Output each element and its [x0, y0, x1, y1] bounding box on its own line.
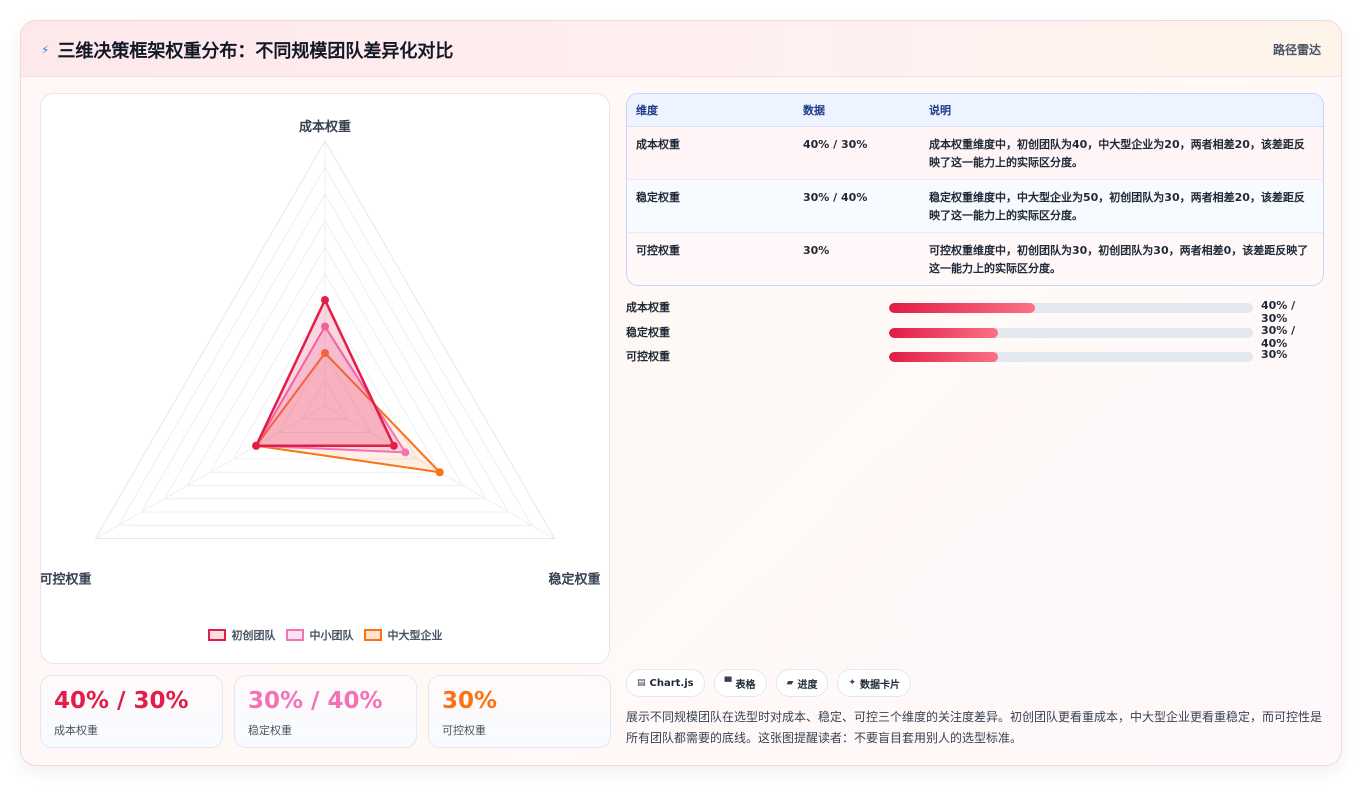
- tag-progress[interactable]: ▰ 进度: [775, 669, 829, 697]
- stat-card-stability: 30% / 40% 稳定权重: [234, 675, 417, 748]
- page-title: 三维决策框架权重分布：不同规模团队差异化对比: [57, 41, 454, 62]
- progress-label: 可控权重: [626, 350, 670, 363]
- stat-card-control: 30% 可控权重: [428, 675, 611, 748]
- progress-value: 30%: [1261, 348, 1288, 361]
- sparkle-icon: ✦: [848, 678, 857, 688]
- stat-label-control: 可控权重: [442, 724, 486, 737]
- tag-label: 进度: [797, 679, 818, 691]
- radar-point-startup: [321, 296, 329, 304]
- table-cell-description: 可控权重维度中，初创团队为30，初创团队为30，两者相差0，该差距反映了这一能力…: [920, 232, 1323, 285]
- table-row: 可控权重 30% 可控权重维度中，初创团队为30，初创团队为30，两者相差0，该…: [627, 232, 1323, 285]
- legend-swatch-sme: [285, 629, 304, 641]
- chart-icon: ▤: [637, 678, 646, 688]
- tag-label: 表格: [735, 679, 756, 691]
- radar-point-startup: [389, 441, 398, 450]
- table-icon: ▀: [724, 678, 732, 688]
- table-header-data: 数据: [794, 94, 920, 127]
- tag-chartjs[interactable]: ▤ Chart.js: [626, 669, 705, 697]
- table-cell-description: 稳定权重维度中，中大型企业为50，初创团队为30，两者相差20，该差距反映了这一…: [920, 179, 1323, 233]
- progress-row-control: 可控权重 30%: [626, 346, 1324, 371]
- table-header-dimension: 维度: [627, 94, 794, 127]
- progress-fill: [889, 352, 999, 362]
- tag-label: Chart.js: [649, 677, 694, 689]
- radar-series-startup: [254, 298, 396, 447]
- data-table-panel: 维度 数据 说明 成本权重 40% / 30% 成本权重维度中，初创团队为40，…: [626, 93, 1324, 286]
- legend-label-startup: 初创团队: [231, 629, 276, 642]
- table-header-row: 维度 数据 说明: [627, 94, 1323, 127]
- progress-row-cost: 成本权重 40% / 30%: [626, 297, 1324, 325]
- radar-chart-panel: 成本权重稳定权重 可控权重 初创团队 中小团队 中大型企业: [40, 93, 610, 664]
- progress-track: [889, 352, 1253, 362]
- bolt-icon: ⚡︎: [41, 43, 50, 57]
- table-cell-data: 40% / 30%: [794, 126, 920, 180]
- stat-label-stability: 稳定权重: [248, 724, 292, 737]
- progress-row-stability: 稳定权重 30% / 40%: [626, 322, 1324, 350]
- radar-chart: 成本权重稳定权重 可控权重: [41, 119, 601, 588]
- table-header-description: 说明: [920, 94, 1323, 127]
- progress-label: 稳定权重: [626, 325, 670, 339]
- chart-legend: 初创团队 中小团队 中大型企业: [41, 627, 609, 643]
- progress-fill: [889, 303, 1035, 313]
- progress-track: [889, 327, 1253, 338]
- stat-card-cost: 40% / 30% 成本权重: [40, 675, 223, 748]
- radar-axis-label: 可控权重: [41, 572, 92, 588]
- data-table: 维度 数据 说明 成本权重 40% / 30% 成本权重维度中，初创团队为40，…: [627, 94, 1323, 285]
- table-cell-dimension: 可控权重: [627, 232, 794, 285]
- title-wrap: ⚡︎ 三维决策框架权重分布：不同规模团队差异化对比: [41, 37, 453, 63]
- progress-track: [889, 303, 1253, 313]
- table-cell-data: 30% / 40%: [794, 179, 920, 233]
- table-cell-dimension: 成本权重: [627, 126, 794, 180]
- legend-item-enterprise[interactable]: 中大型企业: [363, 627, 443, 643]
- tag-label: 数据卡片: [860, 679, 901, 691]
- stat-value-stability: 30% / 40%: [248, 688, 383, 714]
- route-radar-link[interactable]: 路径雷达: [1273, 41, 1321, 58]
- legend-label-sme: 中小团队: [309, 629, 354, 642]
- legend-item-sme[interactable]: 中小团队: [285, 627, 354, 643]
- tag-table[interactable]: ▀ 表格: [713, 669, 767, 697]
- radar-point-startup: [252, 441, 261, 450]
- legend-swatch-enterprise: [363, 629, 382, 641]
- radar-point-enterprise: [435, 468, 444, 477]
- stat-value-control: 30%: [442, 688, 498, 714]
- table-cell-data: 30%: [794, 232, 920, 285]
- stat-value-cost: 40% / 30%: [54, 688, 189, 714]
- header: ⚡︎ 三维决策框架权重分布：不同规模团队差异化对比 路径雷达: [21, 21, 1341, 77]
- table-cell-description: 成本权重维度中，初创团队为40，中大型企业为20，两者相差20，该差距反映了这一…: [920, 126, 1323, 180]
- main-card: ⚡︎ 三维决策框架权重分布：不同规模团队差异化对比 路径雷达 成本权重 稳定权重可…: [20, 20, 1342, 766]
- legend-item-startup[interactable]: 初创团队: [207, 627, 276, 643]
- chart-description: 展示不同规模团队在选型时对成本、稳定、可控三个维度的关注度差异。初创团队更看重成…: [626, 710, 1323, 745]
- radar-point-sme: [401, 448, 410, 457]
- progress-label: 成本权重: [626, 301, 670, 314]
- legend-label-enterprise: 中大型企业: [387, 629, 443, 642]
- radar-axis-label: 稳定权重: [548, 572, 600, 588]
- progress-icon: ▰: [786, 678, 794, 688]
- table-row: 稳定权重 30% / 40% 稳定权重维度中，中大型企业为50，初创团队为30，…: [627, 179, 1323, 233]
- progress-list: 成本权重 40% / 30% 稳定权重 30% / 40% 可控权重 30%: [626, 297, 1324, 371]
- progress-fill: [889, 327, 999, 338]
- tag-data-card[interactable]: ✦ 数据卡片: [837, 669, 912, 697]
- legend-swatch-startup: [207, 629, 226, 641]
- stat-label-cost: 成本权重: [54, 724, 98, 737]
- table-row: 成本权重 40% / 30% 成本权重维度中，初创团队为40，中大型企业为20，…: [627, 126, 1323, 180]
- tag-list: ▤ Chart.js ▀ 表格 ▰ 进度 ✦ 数据卡片: [626, 669, 912, 697]
- table-cell-dimension: 稳定权重: [627, 179, 794, 233]
- radar-axis-label: 成本权重: [299, 119, 351, 135]
